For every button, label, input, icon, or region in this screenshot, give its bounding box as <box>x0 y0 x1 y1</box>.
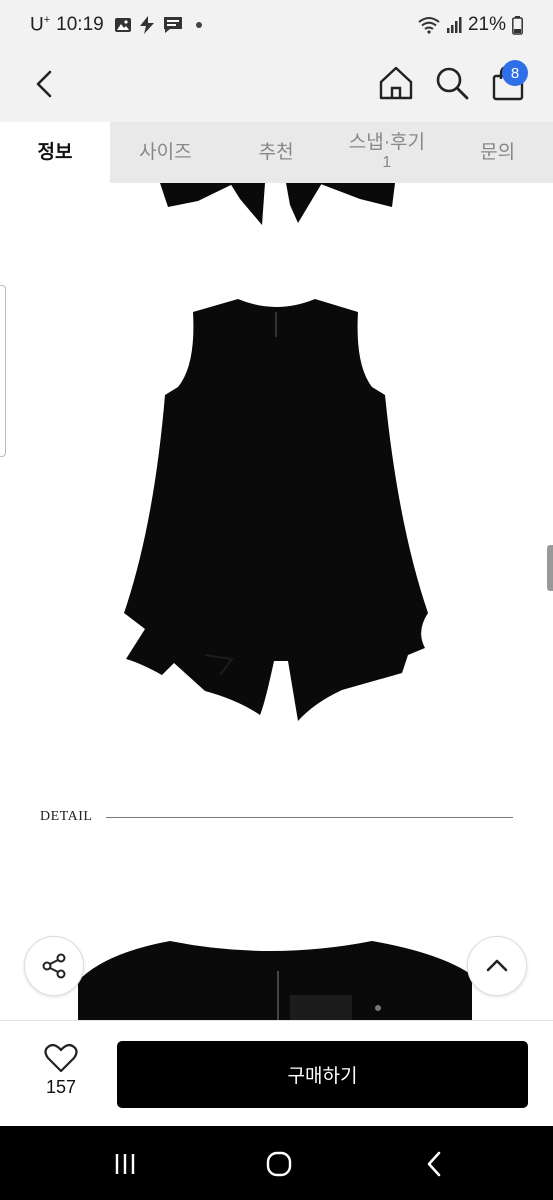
status-bar: U+ 10:19 21% <box>0 0 553 52</box>
status-right: 21% <box>418 14 523 36</box>
battery-icon <box>512 15 523 35</box>
purchase-bar: 157 구매하기 <box>0 1020 553 1126</box>
tab-inquiry[interactable]: 문의 <box>442 122 553 183</box>
wifi-icon <box>418 17 440 34</box>
gallery-icon <box>114 18 131 33</box>
tab-reviews[interactable]: 스냅·후기 1 <box>332 122 443 183</box>
cart-count-badge: 8 <box>502 60 528 86</box>
home-button[interactable] <box>376 63 416 103</box>
product-tabs: 정보 사이즈 추천 스냅·후기 1 문의 <box>0 122 553 183</box>
dot-icon <box>195 22 202 29</box>
back-nav-button[interactable] <box>414 1144 454 1184</box>
back-button[interactable] <box>26 66 62 102</box>
product-detail-content[interactable]: DETAIL <box>0 183 553 1020</box>
back-icon <box>36 70 52 98</box>
app-header <box>0 52 553 122</box>
product-image-back-view <box>124 299 428 721</box>
product-image-hem-top <box>160 183 395 225</box>
heart-icon <box>44 1043 78 1073</box>
tab-recommend-label: 추천 <box>258 141 294 163</box>
tab-reviews-label: 스냅·후기 1 <box>348 132 425 172</box>
recent-apps-icon <box>115 1154 135 1174</box>
left-edge-handle[interactable] <box>0 285 6 457</box>
notification-icons <box>114 15 202 35</box>
bolt-icon <box>139 16 154 35</box>
battery-percent: 21% <box>467 14 506 35</box>
back-nav-icon <box>427 1151 441 1177</box>
search-button[interactable] <box>432 63 472 103</box>
home-nav-button[interactable] <box>259 1144 299 1184</box>
status-time: 10:19 <box>56 14 104 36</box>
home-circle-icon <box>266 1151 292 1177</box>
system-nav-bar <box>0 1126 553 1200</box>
status-left: U+ 10:19 <box>30 14 202 36</box>
detail-section-header: DETAIL <box>40 809 513 825</box>
scrollbar-thumb[interactable] <box>547 545 553 591</box>
share-button[interactable] <box>24 936 84 996</box>
wishlist-count: 157 <box>45 1077 77 1097</box>
tab-inquiry-label: 문의 <box>480 141 516 163</box>
tab-size-label: 사이즈 <box>139 141 192 163</box>
tab-size[interactable]: 사이즈 <box>110 122 221 183</box>
chevron-up-icon <box>486 959 508 972</box>
signal-icon <box>446 17 462 33</box>
tab-reviews-count: 1 <box>382 154 392 172</box>
tab-info[interactable]: 정보 <box>0 122 110 183</box>
tab-info-label: 정보 <box>37 141 73 163</box>
carrier-label: U+ <box>30 14 51 36</box>
wishlist-button[interactable]: 157 <box>30 1043 92 1098</box>
tab-recommend[interactable]: 추천 <box>221 122 332 183</box>
detail-label: DETAIL <box>40 809 93 824</box>
buy-button[interactable]: 구매하기 <box>117 1041 528 1108</box>
search-icon <box>436 67 469 100</box>
detail-divider <box>106 816 513 818</box>
scroll-top-button[interactable] <box>467 936 527 996</box>
home-icon <box>379 66 413 100</box>
webtoon-icon <box>163 17 182 34</box>
recent-apps-button[interactable] <box>105 1144 145 1184</box>
share-icon <box>42 953 66 979</box>
